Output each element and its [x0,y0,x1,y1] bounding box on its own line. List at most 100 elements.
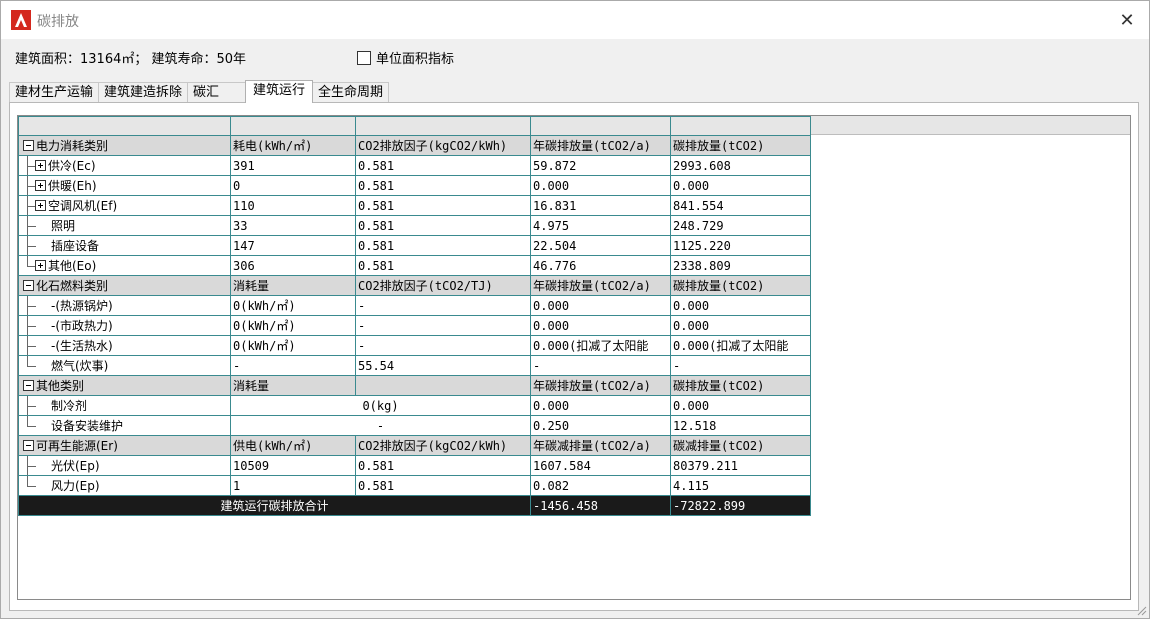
cell-factor[interactable]: 0.581 [355,455,531,476]
category-header-3: 年碳排放量(tCO2/a) [530,275,671,296]
expand-icon[interactable] [35,199,46,211]
category-name-cell: 化石燃料类别 [18,275,231,296]
table-row[interactable]: -(热源锅炉) 0(kWh/㎡) - 0.000 0.000 [18,295,811,316]
category-row-fossil: 化石燃料类别 消耗量 CO2排放因子(tCO2/TJ) 年碳排放量(tCO2/a… [18,275,811,296]
category-header-4: 碳排放量(tCO2) [670,135,811,156]
expand-icon[interactable] [35,159,46,171]
row-name: 供冷(Ec) [48,158,96,173]
data-grid: 电力消耗类别 耗电(kWh/㎡) CO2排放因子(kgCO2/kWh) 年碳排放… [17,115,1131,600]
cell-factor[interactable]: 0.581 [355,155,531,176]
unit-area-label: 单位面积指标 [376,52,455,67]
cell-consumption[interactable]: 147 [230,235,356,256]
cell-total: 0.000 [670,315,811,336]
row-name-cell: -(热源锅炉) [18,295,231,316]
cell-consumption[interactable]: 0(kWh/㎡) [230,335,356,356]
header-cell [355,116,531,136]
tab-panel: 电力消耗类别 耗电(kWh/㎡) CO2排放因子(kgCO2/kWh) 年碳排放… [9,102,1139,611]
table-row[interactable]: -(生活热水) 0(kWh/㎡) - 0.000(扣减了太阳能 0.000(扣减… [18,335,811,356]
cell-consumption-merged[interactable]: 0(kg) [230,395,531,416]
table-row[interactable]: 设备安装维护 - 0.250 12.518 [18,415,811,436]
row-name: 光伏(Ep) [51,458,100,473]
unit-area-checkbox[interactable] [357,50,371,65]
tab-construction-demolition[interactable]: 建筑建造拆除 [98,82,189,103]
collapse-icon[interactable] [23,379,34,391]
table-row[interactable]: 风力(Ep) 1 0.581 0.082 4.115 [18,475,811,496]
unit-area-toggle[interactable]: 单位面积指标 [357,48,454,67]
row-name-cell: 插座设备 [18,235,231,256]
cell-factor[interactable]: 0.581 [355,215,531,236]
cell-consumption[interactable]: 110 [230,195,356,216]
category-header-4: 碳排放量(tCO2) [670,275,811,296]
row-name-cell: 风力(Ep) [18,475,231,496]
category-name-cell: 可再生能源(Er) [18,435,231,456]
cell-total: 0.000 [670,295,811,316]
table-row[interactable]: 其他(Eo) 306 0.581 46.776 2338.809 [18,255,811,276]
cell-consumption[interactable]: 33 [230,215,356,236]
table-row[interactable]: 照明 33 0.581 4.975 248.729 [18,215,811,236]
cell-consumption[interactable]: 391 [230,155,356,176]
tab-building-operation[interactable]: 建筑运行 [245,80,314,103]
cell-factor[interactable]: 0.581 [355,175,531,196]
row-name: -(生活热水) [51,338,113,353]
table-row[interactable]: -(市政热力) 0(kWh/㎡) - 0.000 0.000 [18,315,811,336]
cell-supply[interactable]: 1 [230,475,356,496]
cell-consumption-merged[interactable]: - [230,415,531,436]
cell-consumption[interactable]: 0 [230,175,356,196]
table-row[interactable]: 空调风机(Ef) 110 0.581 16.831 841.554 [18,195,811,216]
cell-factor[interactable]: 0.581 [355,195,531,216]
close-button[interactable]: ✕ [1111,5,1143,35]
category-header-1: 耗电(kWh/㎡) [230,135,356,156]
table-row[interactable]: 燃气(炊事) - 55.54 - - [18,355,811,376]
header-cell [18,116,231,136]
total-sum: -72822.899 [670,495,811,516]
cell-factor[interactable]: 55.54 [355,355,531,376]
table-row[interactable]: 光伏(Ep) 10509 0.581 1607.584 80379.211 [18,455,811,476]
category-header-3: 年碳减排量(tCO2/a) [530,435,671,456]
row-name-cell: 供冷(Ec) [18,155,231,176]
cell-annual: 46.776 [530,255,671,276]
category-header-3: 年碳排放量(tCO2/a) [530,135,671,156]
cell-consumption[interactable]: - [230,355,356,376]
tab-material-production[interactable]: 建材生产运输 [9,82,100,103]
cell-annual: 16.831 [530,195,671,216]
emission-table: 电力消耗类别 耗电(kWh/㎡) CO2排放因子(kgCO2/kWh) 年碳排放… [18,116,811,516]
collapse-icon[interactable] [23,279,34,291]
cell-factor[interactable]: - [355,335,531,356]
cell-factor[interactable]: 0.581 [355,255,531,276]
table-row[interactable]: 制冷剂 0(kg) 0.000 0.000 [18,395,811,416]
cell-total: 2338.809 [670,255,811,276]
cell-total: 12.518 [670,415,811,436]
table-row[interactable]: 插座设备 147 0.581 22.504 1125.220 [18,235,811,256]
building-info: 建筑面积：13164㎡； 建筑寿命：50年 [15,52,247,67]
category-row-other: 其他类别 消耗量 年碳排放量(tCO2/a) 碳排放量(tCO2) [18,375,811,396]
cell-factor[interactable]: - [355,295,531,316]
collapse-icon[interactable] [23,439,34,451]
expand-icon[interactable] [35,259,46,271]
header-cell [230,116,356,136]
tree-branch [21,316,36,335]
category-name-cell: 电力消耗类别 [18,135,231,156]
tree-branch [21,336,36,355]
cell-factor[interactable]: - [355,315,531,336]
cell-factor[interactable]: 0.581 [355,235,531,256]
row-name: 插座设备 [51,238,100,253]
collapse-icon[interactable] [23,139,34,151]
row-name-cell: 燃气(炊事) [18,355,231,376]
cell-factor[interactable]: 0.581 [355,475,531,496]
cell-annual: 0.000(扣减了太阳能 [530,335,671,356]
close-icon: ✕ [1119,9,1135,31]
cell-supply[interactable]: 10509 [230,455,356,476]
table-row[interactable]: 供暖(Eh) 0 0.581 0.000 0.000 [18,175,811,196]
carbon-emission-dialog: 碳排放 ✕ 建筑面积：13164㎡； 建筑寿命：50年 单位面积指标 建材生产运… [0,0,1150,619]
category-header-2: CO2排放因子(kgCO2/kWh) [355,435,531,456]
tab-life-cycle[interactable]: 全生命周期 [312,82,390,103]
cell-consumption[interactable]: 306 [230,255,356,276]
tree-branch [21,256,36,275]
cell-consumption[interactable]: 0(kWh/㎡) [230,315,356,336]
cell-consumption[interactable]: 0(kWh/㎡) [230,295,356,316]
expand-icon[interactable] [35,179,46,191]
resize-grip-icon[interactable] [1135,604,1147,616]
total-row: 建筑运行碳排放合计 -1456.458 -72822.899 [18,495,811,516]
table-row[interactable]: 供冷(Ec) 391 0.581 59.872 2993.608 [18,155,811,176]
tab-carbon-sink[interactable]: 碳汇 [187,82,247,103]
